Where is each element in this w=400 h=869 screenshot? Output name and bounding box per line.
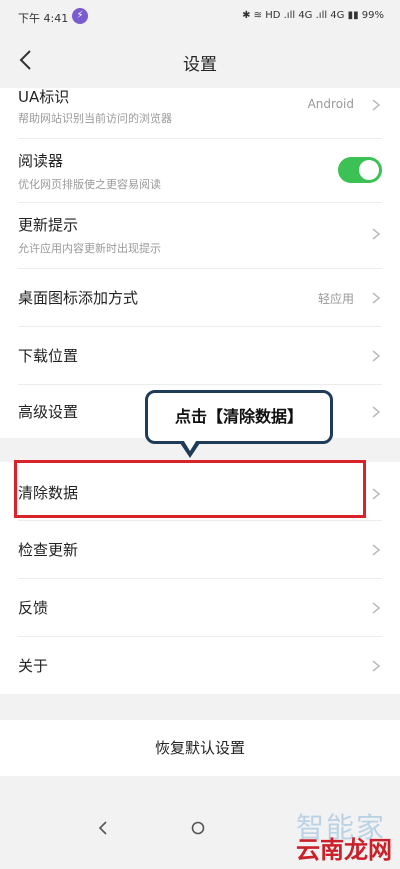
usb-icon: ⚡	[72, 8, 88, 24]
setting-desktop-icon-label: 桌面图标添加方式	[18, 289, 139, 307]
divider	[18, 202, 382, 203]
watermark-logo: 云南龙网	[296, 836, 392, 864]
divider	[18, 636, 382, 637]
status-time: 下午 4:41	[18, 12, 69, 25]
divider	[18, 520, 382, 521]
nav-home-icon[interactable]	[190, 820, 206, 836]
setting-reader-label: 阅读器	[18, 152, 64, 170]
setting-about-label: 关于	[18, 657, 49, 675]
setting-download[interactable]: 下载位置	[0, 328, 400, 384]
chevron-right-icon	[372, 406, 381, 418]
highlight-box	[14, 460, 366, 518]
app-header: 设置	[0, 34, 400, 88]
setting-advanced-label: 高级设置	[18, 403, 79, 421]
setting-update-hint-label: 更新提示	[18, 216, 79, 234]
divider	[18, 326, 382, 327]
setting-about[interactable]: 关于	[0, 638, 400, 694]
setting-desktop-icon-value: 轻应用	[317, 292, 354, 306]
callout-bubble: 点击【清除数据】	[145, 390, 333, 444]
setting-ua[interactable]: UA标识 帮助网站识别当前访问的浏览器 Android	[0, 88, 400, 134]
setting-check-update[interactable]: 检查更新	[0, 522, 400, 578]
setting-reader[interactable]: 阅读器 优化网页排版使之更容易阅读	[0, 142, 400, 198]
setting-ua-value: Android	[307, 97, 354, 111]
chevron-right-icon	[372, 544, 381, 556]
setting-ua-label: UA标识	[18, 88, 70, 106]
chevron-right-icon	[372, 602, 381, 614]
divider	[18, 138, 382, 139]
nav-back-icon[interactable]	[96, 820, 112, 836]
setting-feedback[interactable]: 反馈	[0, 580, 400, 636]
setting-download-label: 下载位置	[18, 347, 79, 365]
divider	[18, 578, 382, 579]
chevron-right-icon	[372, 350, 381, 362]
status-indicators: ✱ ≋ HD .ıll 4G .ıll 4G ▮▮ 99%	[242, 10, 384, 21]
status-bar: 下午 4:41 ⚡ ✱ ≋ HD .ıll 4G .ıll 4G ▮▮ 99%	[0, 0, 400, 34]
divider	[18, 384, 382, 385]
page-title: 设置	[183, 55, 217, 75]
setting-feedback-label: 反馈	[18, 599, 49, 617]
chevron-right-icon	[372, 488, 381, 500]
setting-update-hint[interactable]: 更新提示 允许应用内容更新时出现提示	[0, 206, 400, 262]
chevron-right-icon	[372, 660, 381, 672]
setting-desktop-icon[interactable]: 桌面图标添加方式 轻应用	[0, 270, 400, 326]
setting-reader-sub: 优化网页排版使之更容易阅读	[18, 178, 161, 191]
setting-ua-sub: 帮助网站识别当前访问的浏览器	[18, 112, 172, 125]
chevron-right-icon	[372, 292, 381, 304]
divider	[18, 268, 382, 269]
callout-tail-inner	[182, 438, 198, 451]
setting-update-hint-sub: 允许应用内容更新时出现提示	[18, 242, 161, 255]
reset-defaults-button[interactable]: 恢复默认设置	[0, 720, 400, 776]
reader-toggle[interactable]	[338, 157, 382, 183]
toggle-knob	[359, 160, 379, 180]
chevron-right-icon	[372, 228, 381, 240]
chevron-right-icon	[372, 99, 381, 111]
settings-group-1: UA标识 帮助网站识别当前访问的浏览器 Android 阅读器 优化网页排版使之…	[0, 88, 400, 438]
setting-check-update-label: 检查更新	[18, 541, 79, 559]
